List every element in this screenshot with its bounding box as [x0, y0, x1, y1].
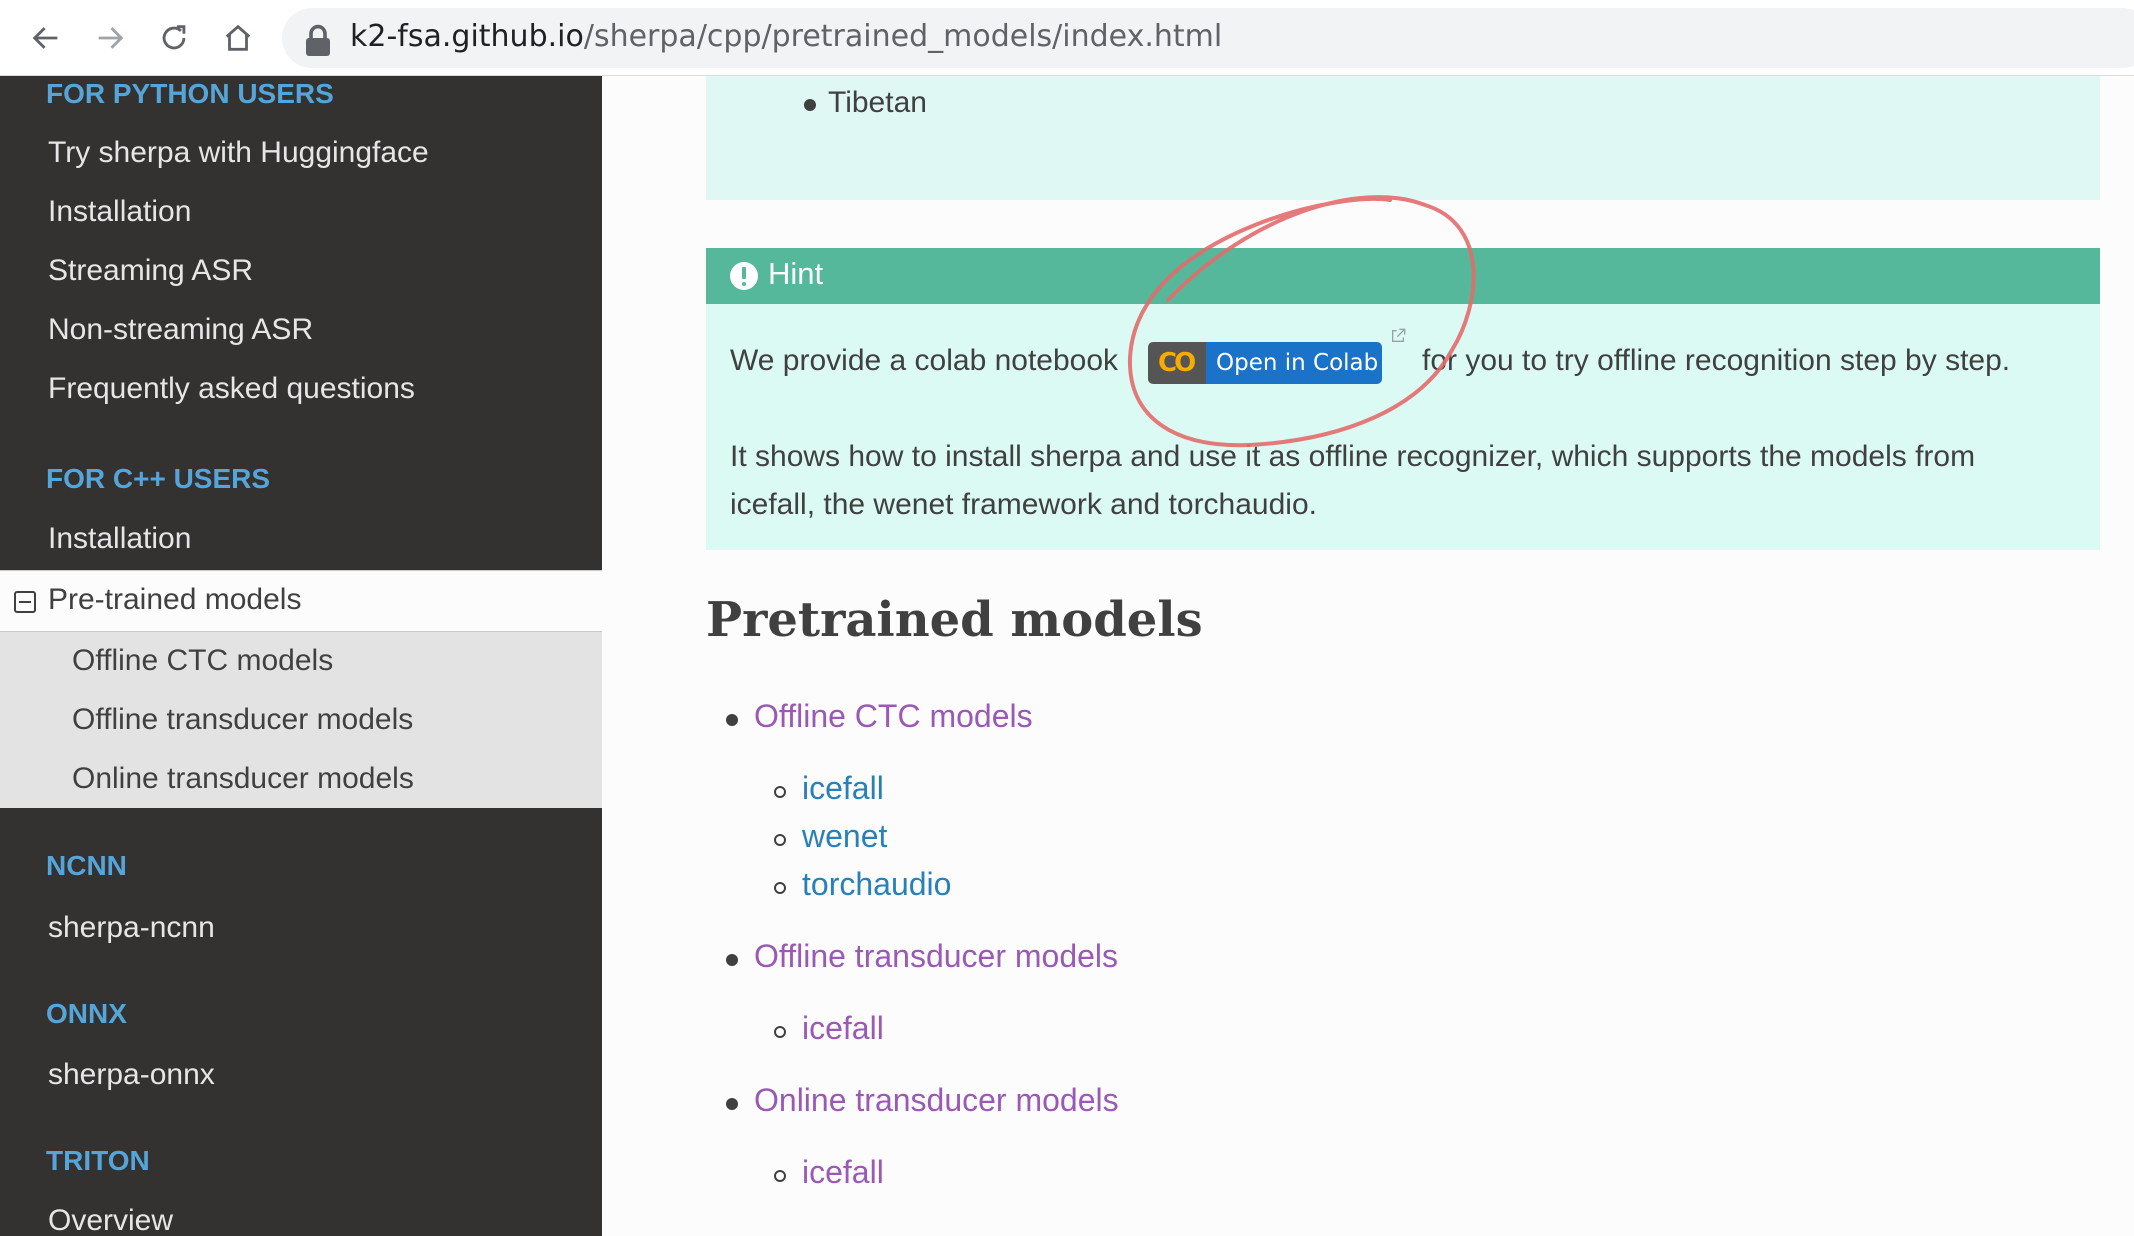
toc-link-icefall[interactable]: icefall — [802, 1010, 884, 1047]
hint-text-after: for you to try offline recognition step … — [1422, 344, 2011, 377]
hint-paragraph-line2: icefall, the wenet framework and torchau… — [730, 488, 1317, 521]
home-icon[interactable] — [214, 14, 262, 62]
page-title: Pretrained models — [706, 592, 1203, 648]
sidebar-item-pretrained-models[interactable]: Pre-trained models — [0, 570, 602, 632]
toc-link-online-transducer[interactable]: Online transducer models — [754, 1082, 1119, 1119]
forward-arrow-icon[interactable] — [86, 14, 134, 62]
sub-bullet — [774, 834, 786, 846]
sidebar-item-sherpa-ncnn[interactable]: sherpa-ncnn — [48, 911, 215, 945]
hint-box: Hint We provide a colab notebook CO Open… — [706, 248, 2100, 550]
back-arrow-icon[interactable] — [22, 14, 70, 62]
bullet — [726, 1098, 738, 1110]
toc-link-icefall[interactable]: icefall — [802, 770, 884, 807]
external-link-icon — [1392, 328, 1406, 342]
sidebar-item-offline-ctc[interactable]: Offline CTC models — [72, 644, 333, 678]
exclamation-icon — [730, 262, 758, 290]
url-path: /sherpa/cpp/pretrained_models/index.html — [583, 19, 1223, 54]
caption-onnx: ONNX — [46, 998, 127, 1029]
sidebar-item-online-transducer[interactable]: Online transducer models — [72, 762, 414, 796]
sidebar-item-offline-transducer[interactable]: Offline transducer models — [72, 703, 413, 737]
toc-link-offline-ctc[interactable]: Offline CTC models — [754, 698, 1033, 735]
note-box: Tibetan — [706, 76, 2100, 200]
url-host: k2-fsa.github.io — [350, 19, 584, 54]
hint-paragraph-line1: It shows how to install sherpa and use i… — [730, 440, 1976, 473]
url-text[interactable]: k2-fsa.github.io/sherpa/cpp/pretrained_m… — [350, 17, 1222, 57]
caption-python: FOR PYTHON USERS — [46, 78, 334, 109]
main-content: Tibetan Hint We provide a colab notebook… — [602, 76, 2134, 1236]
colab-badge-label: Open in Colab — [1206, 342, 1382, 384]
sidebar-item-faq[interactable]: Frequently asked questions — [48, 372, 415, 406]
bullet — [726, 714, 738, 726]
toc-link-torchaudio[interactable]: torchaudio — [802, 866, 951, 903]
collapse-toggle-icon[interactable] — [14, 591, 36, 613]
sidebar-item-cpp-installation[interactable]: Installation — [48, 522, 191, 556]
hint-text-before: We provide a colab notebook — [730, 344, 1119, 377]
colab-logo-text: CO — [1158, 348, 1196, 378]
lock-icon — [306, 24, 330, 56]
caption-cpp: FOR C++ USERS — [46, 463, 271, 494]
sidebar-item-try-huggingface[interactable]: Try sherpa with Huggingface — [48, 136, 429, 170]
sidebar-item-label: Pre-trained models — [48, 583, 302, 616]
reload-icon[interactable] — [150, 14, 198, 62]
colab-logo-icon: CO — [1148, 342, 1206, 384]
toc-link-offline-transducer[interactable]: Offline transducer models — [754, 938, 1118, 975]
bullet — [726, 954, 738, 966]
sidebar-item-streaming-asr[interactable]: Streaming ASR — [48, 254, 253, 288]
open-in-colab-button[interactable]: CO Open in Colab — [1148, 342, 1382, 384]
caption-triton: TRITON — [46, 1145, 150, 1176]
sidebar-item-triton-overview[interactable]: Overview — [48, 1204, 173, 1236]
sidebar-item-sherpa-onnx[interactable]: sherpa-onnx — [48, 1058, 215, 1092]
sidebar-item-non-streaming-asr[interactable]: Non-streaming ASR — [48, 313, 313, 347]
toc-link-icefall[interactable]: icefall — [802, 1154, 884, 1191]
sub-bullet — [774, 882, 786, 894]
sub-bullet — [774, 786, 786, 798]
hint-header: Hint — [706, 248, 2100, 304]
browser-toolbar: k2-fsa.github.io/sherpa/cpp/pretrained_m… — [0, 0, 2134, 76]
toc-link-wenet[interactable]: wenet — [802, 818, 887, 855]
sub-bullet — [774, 1026, 786, 1038]
sub-bullet — [774, 1170, 786, 1182]
sidebar-item-python-installation[interactable]: Installation — [48, 195, 191, 229]
sidebar-nav: FOR PYTHON USERS Try sherpa with Hugging… — [0, 76, 602, 1236]
bullet — [804, 99, 816, 111]
hint-title: Hint — [768, 256, 824, 291]
list-item: Tibetan — [828, 86, 927, 119]
caption-ncnn: NCNN — [46, 850, 127, 881]
sidebar-subitems: Offline CTC models Offline transducer mo… — [0, 632, 602, 808]
